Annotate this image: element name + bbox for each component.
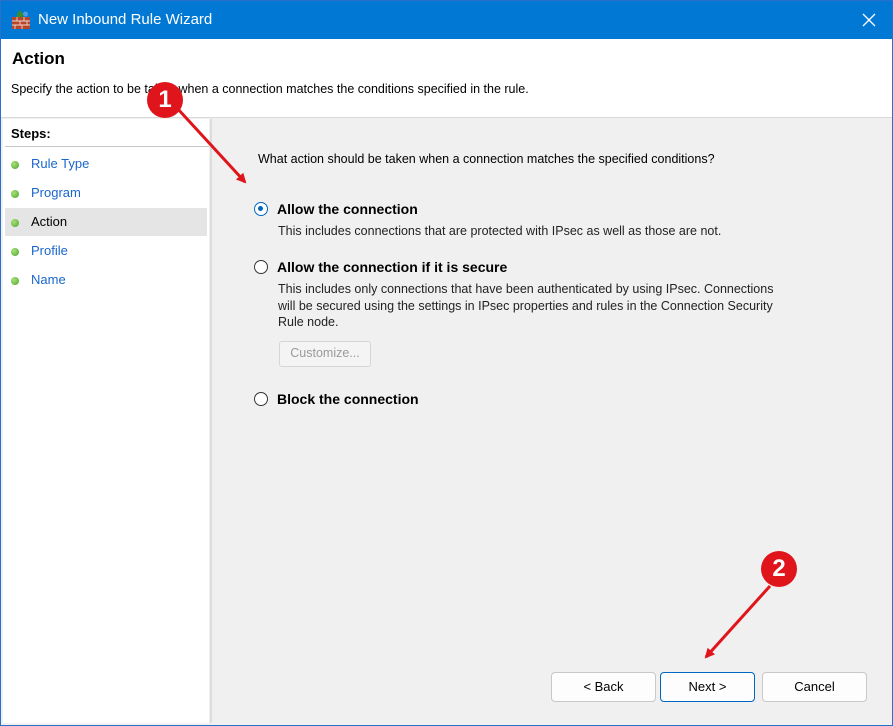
annotation-arrow-2 [704,584,772,659]
annotation-arrow-1 [175,106,247,184]
annotation-marker-2: 2 [761,551,797,587]
annotation-marker-1: 1 [147,82,183,118]
annotation-arrows [175,106,772,659]
